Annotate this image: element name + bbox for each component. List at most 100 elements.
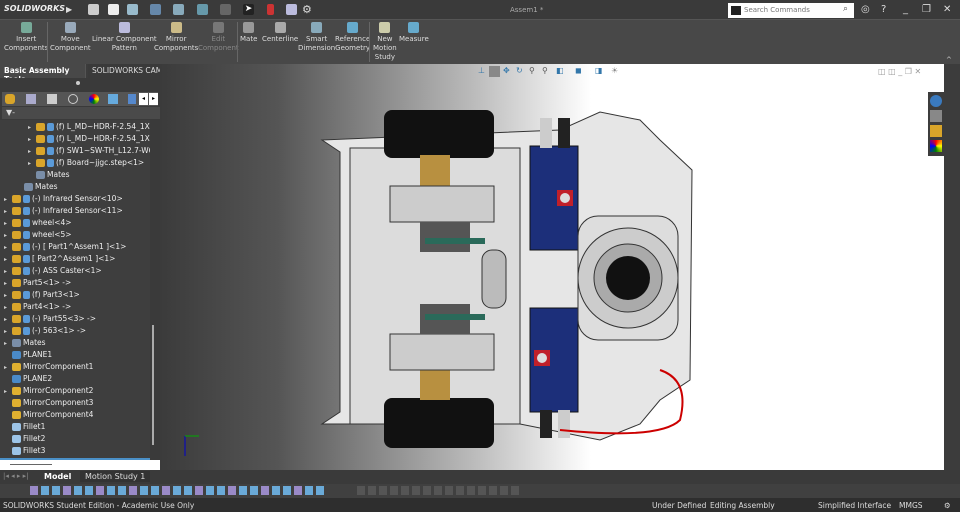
tree-scrollbar[interactable]	[150, 120, 158, 460]
configuration-manager-tab-icon[interactable]	[47, 94, 57, 104]
view-tool-icon[interactable]	[423, 486, 431, 495]
tree-item[interactable]: Fillet3	[4, 445, 45, 457]
ribbon-button-mate[interactable]: Mate	[240, 22, 257, 44]
view-tool-icon[interactable]	[467, 486, 475, 495]
tree-item[interactable]: ▸ (-) 563<1> ->	[4, 325, 86, 337]
tree-item[interactable]: ▸ MirrorComponent1	[4, 361, 93, 373]
tree-filter[interactable]: ▼-	[2, 107, 160, 119]
view-tool-icon[interactable]	[272, 486, 280, 495]
feature-manager-tab-icon[interactable]	[5, 94, 15, 104]
tab-basic-assembly-tools[interactable]: Basic Assembly Tools	[0, 64, 86, 84]
tree-item[interactable]: Fillet1	[4, 421, 45, 433]
view-tool-icon[interactable]	[228, 486, 236, 495]
search-icon[interactable]: ⌕	[843, 4, 848, 14]
search-commands-input[interactable]: Search Commands ⌕	[728, 3, 854, 18]
display-tab-icon[interactable]	[128, 94, 136, 104]
ribbon-button-move-component[interactable]: Move Component	[50, 22, 91, 53]
view-tool-icon[interactable]	[294, 486, 302, 495]
print-icon[interactable]	[173, 4, 184, 15]
home-icon[interactable]	[88, 4, 99, 15]
select-icon[interactable]	[489, 66, 500, 77]
view-tool-icon[interactable]	[173, 486, 181, 495]
ribbon-button-smart-dimension[interactable]: Smart Dimension	[298, 22, 335, 53]
property-manager-tab-icon[interactable]	[26, 94, 36, 104]
view-tool-icon[interactable]	[52, 486, 60, 495]
view-tool-icon[interactable]	[162, 486, 170, 495]
view-tool-icon[interactable]	[500, 486, 508, 495]
tree-item[interactable]: ▸ (-) ASS Caster<1>	[4, 265, 102, 277]
tree-item[interactable]: ▸ MirrorComponent2	[4, 385, 93, 397]
gear-icon[interactable]: ⚙	[302, 3, 312, 16]
tab-scroll-left[interactable]: ◂	[139, 93, 148, 105]
view-tool-icon[interactable]	[74, 486, 82, 495]
tree-item[interactable]: ▸ (-) Part55<3> ->	[4, 313, 96, 325]
view-tool-icon[interactable]	[96, 486, 104, 495]
view-tool-icon[interactable]	[511, 486, 519, 495]
graphics-viewport[interactable]	[160, 64, 944, 470]
view-tool-icon[interactable]	[456, 486, 464, 495]
view-tool-icon[interactable]	[184, 486, 192, 495]
tree-item[interactable]: ▸ wheel<4>	[4, 217, 72, 229]
ribbon-button-reference-geometry[interactable]: Reference Geometry	[335, 22, 370, 53]
view-tool-icon[interactable]	[217, 486, 225, 495]
view-tool-icon[interactable]	[239, 486, 247, 495]
view-tool-icon[interactable]	[151, 486, 159, 495]
resources-tab-icon[interactable]	[930, 95, 942, 107]
ribbon-button-edit-component[interactable]: Edit Component	[198, 22, 239, 53]
view-tool-icon[interactable]	[63, 486, 71, 495]
view-tool-icon[interactable]	[206, 486, 214, 495]
tree-item[interactable]: ▸ Mates	[4, 337, 46, 349]
rotate-icon[interactable]: ↻	[516, 66, 523, 75]
filter-icon[interactable]: ▼-	[6, 108, 15, 117]
section-view-icon[interactable]: ◧	[556, 66, 564, 75]
ribbon-button-measure[interactable]: Measure	[399, 22, 429, 44]
tab-motion-study-1[interactable]: Motion Study 1	[80, 471, 151, 482]
tree-item[interactable]: Mates	[16, 181, 58, 193]
tab-solidworks-cam[interactable]: SOLIDWORKS CAM	[88, 64, 168, 78]
view-tool-icon[interactable]	[489, 486, 497, 495]
open-icon[interactable]	[127, 4, 138, 15]
horizontal-scrollbar[interactable]	[0, 460, 160, 470]
close-icon[interactable]: ✕	[943, 4, 951, 15]
save-icon[interactable]	[150, 4, 161, 15]
tree-item[interactable]: ▸ (f) Part3<1>	[4, 289, 80, 301]
view-tool-icon[interactable]	[118, 486, 126, 495]
tree-item[interactable]: ▸ (-) Infrared Sensor<10>	[4, 193, 123, 205]
tree-item[interactable]: ▸ (f) Board~jjgc.step<1>	[28, 157, 144, 169]
cam-tab-icon[interactable]	[108, 94, 118, 104]
view-tool-icon[interactable]	[401, 486, 409, 495]
tab-navigation-arrows[interactable]: |◂ ◂ ▸ ▸|	[3, 472, 28, 480]
view-tool-icon[interactable]	[368, 486, 376, 495]
tree-item[interactable]: ▸ (f) SW1~SW-TH_L12.7-W6	[28, 145, 150, 157]
new-document-icon[interactable]	[108, 4, 119, 15]
minimize-icon[interactable]: _	[903, 4, 908, 15]
library-tab-icon[interactable]	[930, 110, 942, 122]
zoom-to-area-icon[interactable]: ⚲	[542, 66, 548, 75]
view-tool-icon[interactable]	[107, 486, 115, 495]
user-icon[interactable]: ◎	[861, 4, 870, 15]
tree-item[interactable]: MirrorComponent3	[4, 397, 93, 409]
view-orientation-icon[interactable]: ⊥	[478, 66, 485, 75]
view-tool-icon[interactable]	[412, 486, 420, 495]
view-tool-icon[interactable]	[195, 486, 203, 495]
tree-item[interactable]: ▸ Part5<1> ->	[4, 277, 71, 289]
select-cursor-icon[interactable]: ➤	[243, 4, 254, 15]
tab-scroll-right[interactable]: ▸	[149, 93, 158, 105]
explorer-tab-icon[interactable]	[930, 125, 942, 137]
view-tool-icon[interactable]	[283, 486, 291, 495]
view-tool-icon[interactable]	[129, 486, 137, 495]
view-tool-icon[interactable]	[41, 486, 49, 495]
appearance-tab-icon[interactable]	[930, 140, 942, 152]
hide-show-icon[interactable]: ◨	[595, 66, 603, 75]
tree-item[interactable]: ▸ (f) L_MD~HDR-F-2.54_1X8	[28, 133, 150, 145]
appearance-tab-icon[interactable]	[89, 94, 99, 104]
expand-menu-arrow[interactable]: ▶	[66, 5, 72, 14]
tree-item[interactable]: ▸ Part4<1> ->	[4, 301, 71, 313]
tree-item[interactable]: ▸[ Part2^Assem1 ]<1>	[4, 253, 115, 265]
tree-item[interactable]: PLANE1	[4, 349, 52, 361]
tree-item[interactable]: Fillet2	[4, 433, 45, 445]
view-tool-icon[interactable]	[478, 486, 486, 495]
view-tool-icon[interactable]	[316, 486, 324, 495]
tree-item[interactable]: Mates	[28, 169, 70, 181]
view-tool-icon[interactable]	[261, 486, 269, 495]
